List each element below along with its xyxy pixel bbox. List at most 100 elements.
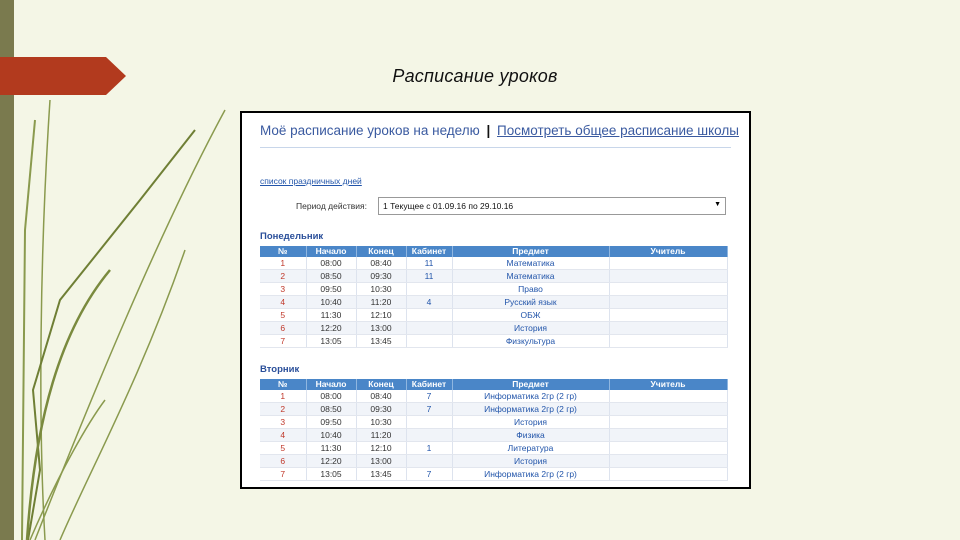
table-row: 5 11:30 12:10 1 Литература [260,441,728,455]
end-time: 09:30 [356,269,407,283]
column-header-room: Кабинет [406,246,453,257]
column-header-teacher: Учитель [609,379,728,390]
start-time: 11:30 [306,308,357,322]
end-time: 13:00 [356,454,407,468]
teacher-name [609,402,728,416]
teacher-name [609,308,728,322]
room-number [406,282,453,296]
subject-link[interactable]: Литература [452,441,610,455]
lesson-number: 4 [260,428,307,442]
table-row: 7 13:05 13:45 7 Информатика 2гр (2 гр) [260,467,728,481]
teacher-name [609,257,728,270]
room-number: 7 [406,467,453,481]
start-time: 09:50 [306,282,357,296]
teacher-name [609,269,728,283]
room-number: 11 [406,269,453,283]
day-title-monday: Понедельник [260,231,324,242]
teacher-name [609,467,728,481]
room-number: 4 [406,295,453,309]
room-number: 1 [406,441,453,455]
room-number [406,415,453,429]
column-header-start: Начало [306,379,357,390]
table-row: 1 08:00 08:40 11 Математика [260,257,728,270]
teacher-name [609,282,728,296]
lesson-number: 1 [260,257,307,270]
subject-link[interactable]: Информатика 2гр (2 гр) [452,467,610,481]
subject-link[interactable]: Физика [452,428,610,442]
end-time: 13:45 [356,467,407,481]
column-header-subject: Предмет [452,379,610,390]
subject-link[interactable]: История [452,321,610,335]
end-time: 08:40 [356,257,407,270]
subject-link[interactable]: История [452,454,610,468]
subject-link[interactable]: ОБЖ [452,308,610,322]
period-value: 1 Текущее с 01.09.16 по 29.10.16 [383,201,514,211]
subject-link[interactable]: Русский язык [452,295,610,309]
subject-link[interactable]: Математика [452,269,610,283]
room-number [406,454,453,468]
schedule-table-tuesday: № Начало Конец Кабинет Предмет Учитель 1… [260,379,728,481]
period-select[interactable]: 1 Текущее с 01.09.16 по 29.10.16 ▼ [378,197,726,215]
period-label: Период действия: [296,201,367,211]
end-time: 13:00 [356,321,407,335]
room-number: 11 [406,257,453,270]
lesson-number: 6 [260,321,307,335]
table-row: 4 10:40 11:20 4 Русский язык [260,295,728,309]
start-time: 09:50 [306,415,357,429]
start-time: 11:30 [306,441,357,455]
column-header-end: Конец [356,246,407,257]
column-header-start: Начало [306,246,357,257]
room-number [406,428,453,442]
start-time: 08:50 [306,269,357,283]
end-time: 09:30 [356,402,407,416]
teacher-name [609,454,728,468]
table-row: 1 08:00 08:40 7 Информатика 2гр (2 гр) [260,390,728,403]
room-number [406,334,453,348]
subject-link[interactable]: Информатика 2гр (2 гр) [452,390,610,403]
start-time: 10:40 [306,428,357,442]
teacher-name [609,295,728,309]
table-row: 2 08:50 09:30 7 Информатика 2гр (2 гр) [260,402,728,416]
school-schedule-link[interactable]: Посмотреть общее расписание школы [497,123,739,138]
subject-link[interactable]: Физкультура [452,334,610,348]
room-number: 7 [406,402,453,416]
end-time: 08:40 [356,390,407,403]
column-header-number: № [260,379,307,390]
table-row: 6 12:20 13:00 История [260,321,728,335]
table-row: 6 12:20 13:00 История [260,454,728,468]
end-time: 11:20 [356,295,407,309]
subject-link[interactable]: История [452,415,610,429]
holidays-link[interactable]: список праздничных дней [260,176,362,186]
start-time: 12:20 [306,454,357,468]
lesson-number: 3 [260,282,307,296]
end-time: 12:10 [356,441,407,455]
start-time: 13:05 [306,334,357,348]
teacher-name [609,334,728,348]
lesson-number: 5 [260,308,307,322]
teacher-name [609,390,728,403]
column-header-end: Конец [356,379,407,390]
lesson-number: 3 [260,415,307,429]
teacher-name [609,441,728,455]
end-time: 10:30 [356,415,407,429]
lesson-number: 7 [260,467,307,481]
start-time: 08:00 [306,257,357,270]
header-divider [260,147,731,148]
schedule-table-monday: № Начало Конец Кабинет Предмет Учитель 1… [260,246,728,348]
table-body-tuesday: 1 08:00 08:40 7 Информатика 2гр (2 гр) 2 08:50… [260,390,728,481]
subject-link[interactable]: Информатика 2гр (2 гр) [452,402,610,416]
column-header-room: Кабинет [406,379,453,390]
day-title-tuesday: Вторник [260,364,300,375]
teacher-name [609,415,728,429]
table-row: 4 10:40 11:20 Физика [260,428,728,442]
teacher-name [609,428,728,442]
table-body-monday: 1 08:00 08:40 11 Математика 2 08:50 09:30 11 Мате… [260,257,728,348]
subject-link[interactable]: Математика [452,257,610,270]
room-number [406,308,453,322]
schedule-header: Моё расписание уроков на неделю | Посмот… [260,123,739,138]
lesson-number: 7 [260,334,307,348]
lesson-number: 2 [260,269,307,283]
subject-link[interactable]: Право [452,282,610,296]
start-time: 08:00 [306,390,357,403]
my-schedule-title: Моё расписание уроков на неделю [260,123,480,138]
